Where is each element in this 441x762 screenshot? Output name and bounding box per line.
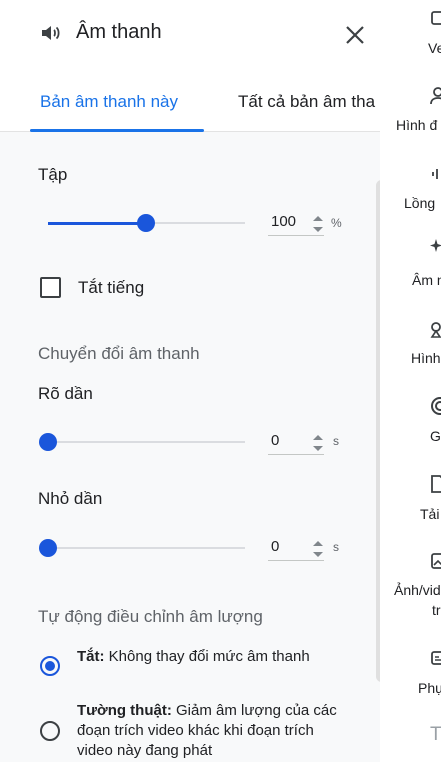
active-tab-indicator [30, 129, 204, 132]
fade-in-label: Rõ dần [38, 384, 93, 403]
mute-label: Tắt tiếng [78, 278, 145, 297]
right-rail: Ve Hình đ Lồng Âm n Hình G Tải Ảnh/vid t… [380, 0, 441, 762]
ducking-narration-bold: Tường thuật: [77, 702, 172, 719]
volume-value: 100 [271, 213, 297, 230]
fade-in-unit: s [333, 434, 339, 448]
rail-label-upload: Tải [420, 506, 440, 522]
fade-out-stepper-icon[interactable] [312, 538, 324, 560]
fade-out-value: 0 [271, 538, 280, 555]
rail-label-video: Ve [428, 40, 441, 56]
sparkle-icon [430, 239, 441, 252]
volume-label: Tập [38, 165, 68, 184]
audio-panel: Âm thanh Bản âm thanh này Tất cả bản âm … [0, 0, 387, 762]
panel-header: Âm thanh [0, 0, 380, 68]
rail-label-shapes: Hình [411, 350, 441, 366]
fade-out-label: Nhỏ dần [38, 489, 103, 508]
rail-label-captions: Phụ [418, 680, 441, 696]
ducking-narration-radio[interactable] [40, 721, 60, 741]
sticker-icon [431, 397, 441, 415]
text-icon: T [430, 724, 441, 745]
ducking-off-radio[interactable] [40, 656, 60, 676]
tab-all-audio[interactable]: Tất cả bản âm tha [238, 92, 375, 112]
close-icon[interactable] [342, 22, 368, 48]
volume-unit: % [331, 216, 342, 230]
tab-this-audio[interactable]: Bản âm thanh này [40, 92, 178, 112]
ducking-off-desc: Không thay đổi mức âm thanh [104, 648, 310, 665]
ducking-narration-text: Tường thuật: Giảm âm lượng của các đoạn … [77, 701, 339, 761]
volume-slider-fill [48, 222, 146, 225]
fade-in-stepper-icon[interactable] [312, 432, 324, 454]
mute-checkbox[interactable] [40, 277, 61, 298]
speaker-icon [42, 26, 60, 40]
panel-title: Âm thanh [76, 21, 162, 43]
ducking-off-text: Tắt: Không thay đổi mức âm thanh [77, 647, 339, 667]
voiceover-icon [432, 169, 438, 179]
fade-out-unit: s [333, 540, 339, 554]
rail-label-music: Âm n [412, 272, 441, 288]
captions-icon [431, 651, 441, 665]
shapes-icon [430, 322, 441, 338]
fade-in-value: 0 [271, 432, 280, 449]
transitions-title: Chuyển đổi âm thanh [38, 344, 200, 363]
rail-label-media-2: tr [432, 602, 441, 618]
person-icon [430, 87, 441, 105]
upload-icon [431, 475, 441, 493]
rail-label-avatar: Hình đ [396, 117, 438, 133]
rail-label-stickers: G [430, 428, 441, 444]
fade-out-slider-track[interactable] [48, 547, 245, 549]
rail-label-voiceover: Lồng [404, 195, 436, 211]
volume-stepper-icon[interactable] [312, 213, 324, 235]
tab-bar: Bản âm thanh này Tất cả bản âm tha [0, 68, 380, 132]
fade-in-slider-track[interactable] [48, 441, 245, 443]
fade-out-slider-thumb[interactable] [39, 539, 57, 557]
rail-label-media: Ảnh/vid [394, 582, 441, 598]
auto-ducking-title: Tự động điều chỉnh âm lượng [38, 607, 263, 626]
fade-in-slider-thumb[interactable] [39, 433, 57, 451]
ducking-off-bold: Tắt: [77, 648, 105, 665]
volume-slider-thumb[interactable] [137, 214, 155, 232]
media-icon [431, 553, 441, 569]
video-icon [431, 11, 441, 25]
